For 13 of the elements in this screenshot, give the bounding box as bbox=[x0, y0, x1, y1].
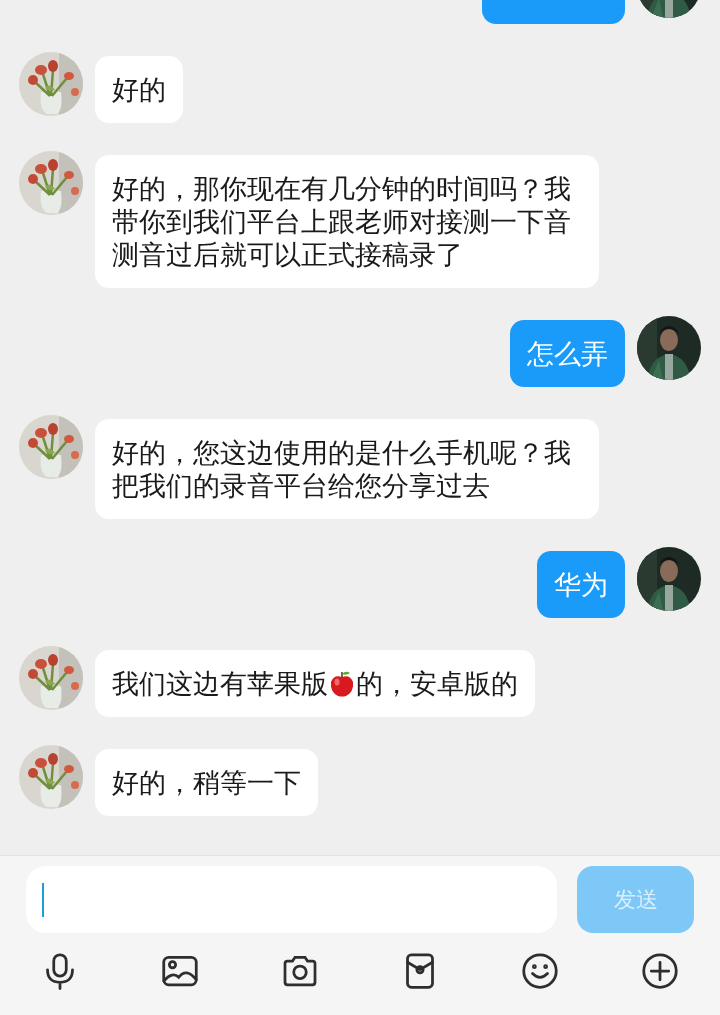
message-bubble: 怎么弄 bbox=[510, 320, 625, 387]
message-bubble: 好的 bbox=[95, 56, 183, 123]
message-bubble: 好的，您这边使用的是什么手机呢？我把我们的录音平台给您分享过去 bbox=[95, 419, 599, 519]
text-cursor bbox=[42, 882, 44, 917]
message-bubble: 好的，稍等一下 bbox=[95, 749, 318, 816]
message-bubble: 华为 bbox=[537, 551, 625, 618]
message-bubble: 我们这边有苹果版 的，安卓版的 bbox=[95, 650, 535, 717]
send-button[interactable]: 发送 bbox=[577, 866, 694, 933]
plus-icon[interactable] bbox=[640, 951, 680, 991]
smiley-icon[interactable] bbox=[520, 951, 560, 991]
apple-icon bbox=[328, 670, 356, 698]
message-input[interactable] bbox=[26, 866, 557, 933]
message-bubble: 好的，那你现在有几分钟的时间吗？我带你到我们平台上跟老师对接测一下音测音过后就可以正式接稿录了 bbox=[95, 155, 599, 288]
